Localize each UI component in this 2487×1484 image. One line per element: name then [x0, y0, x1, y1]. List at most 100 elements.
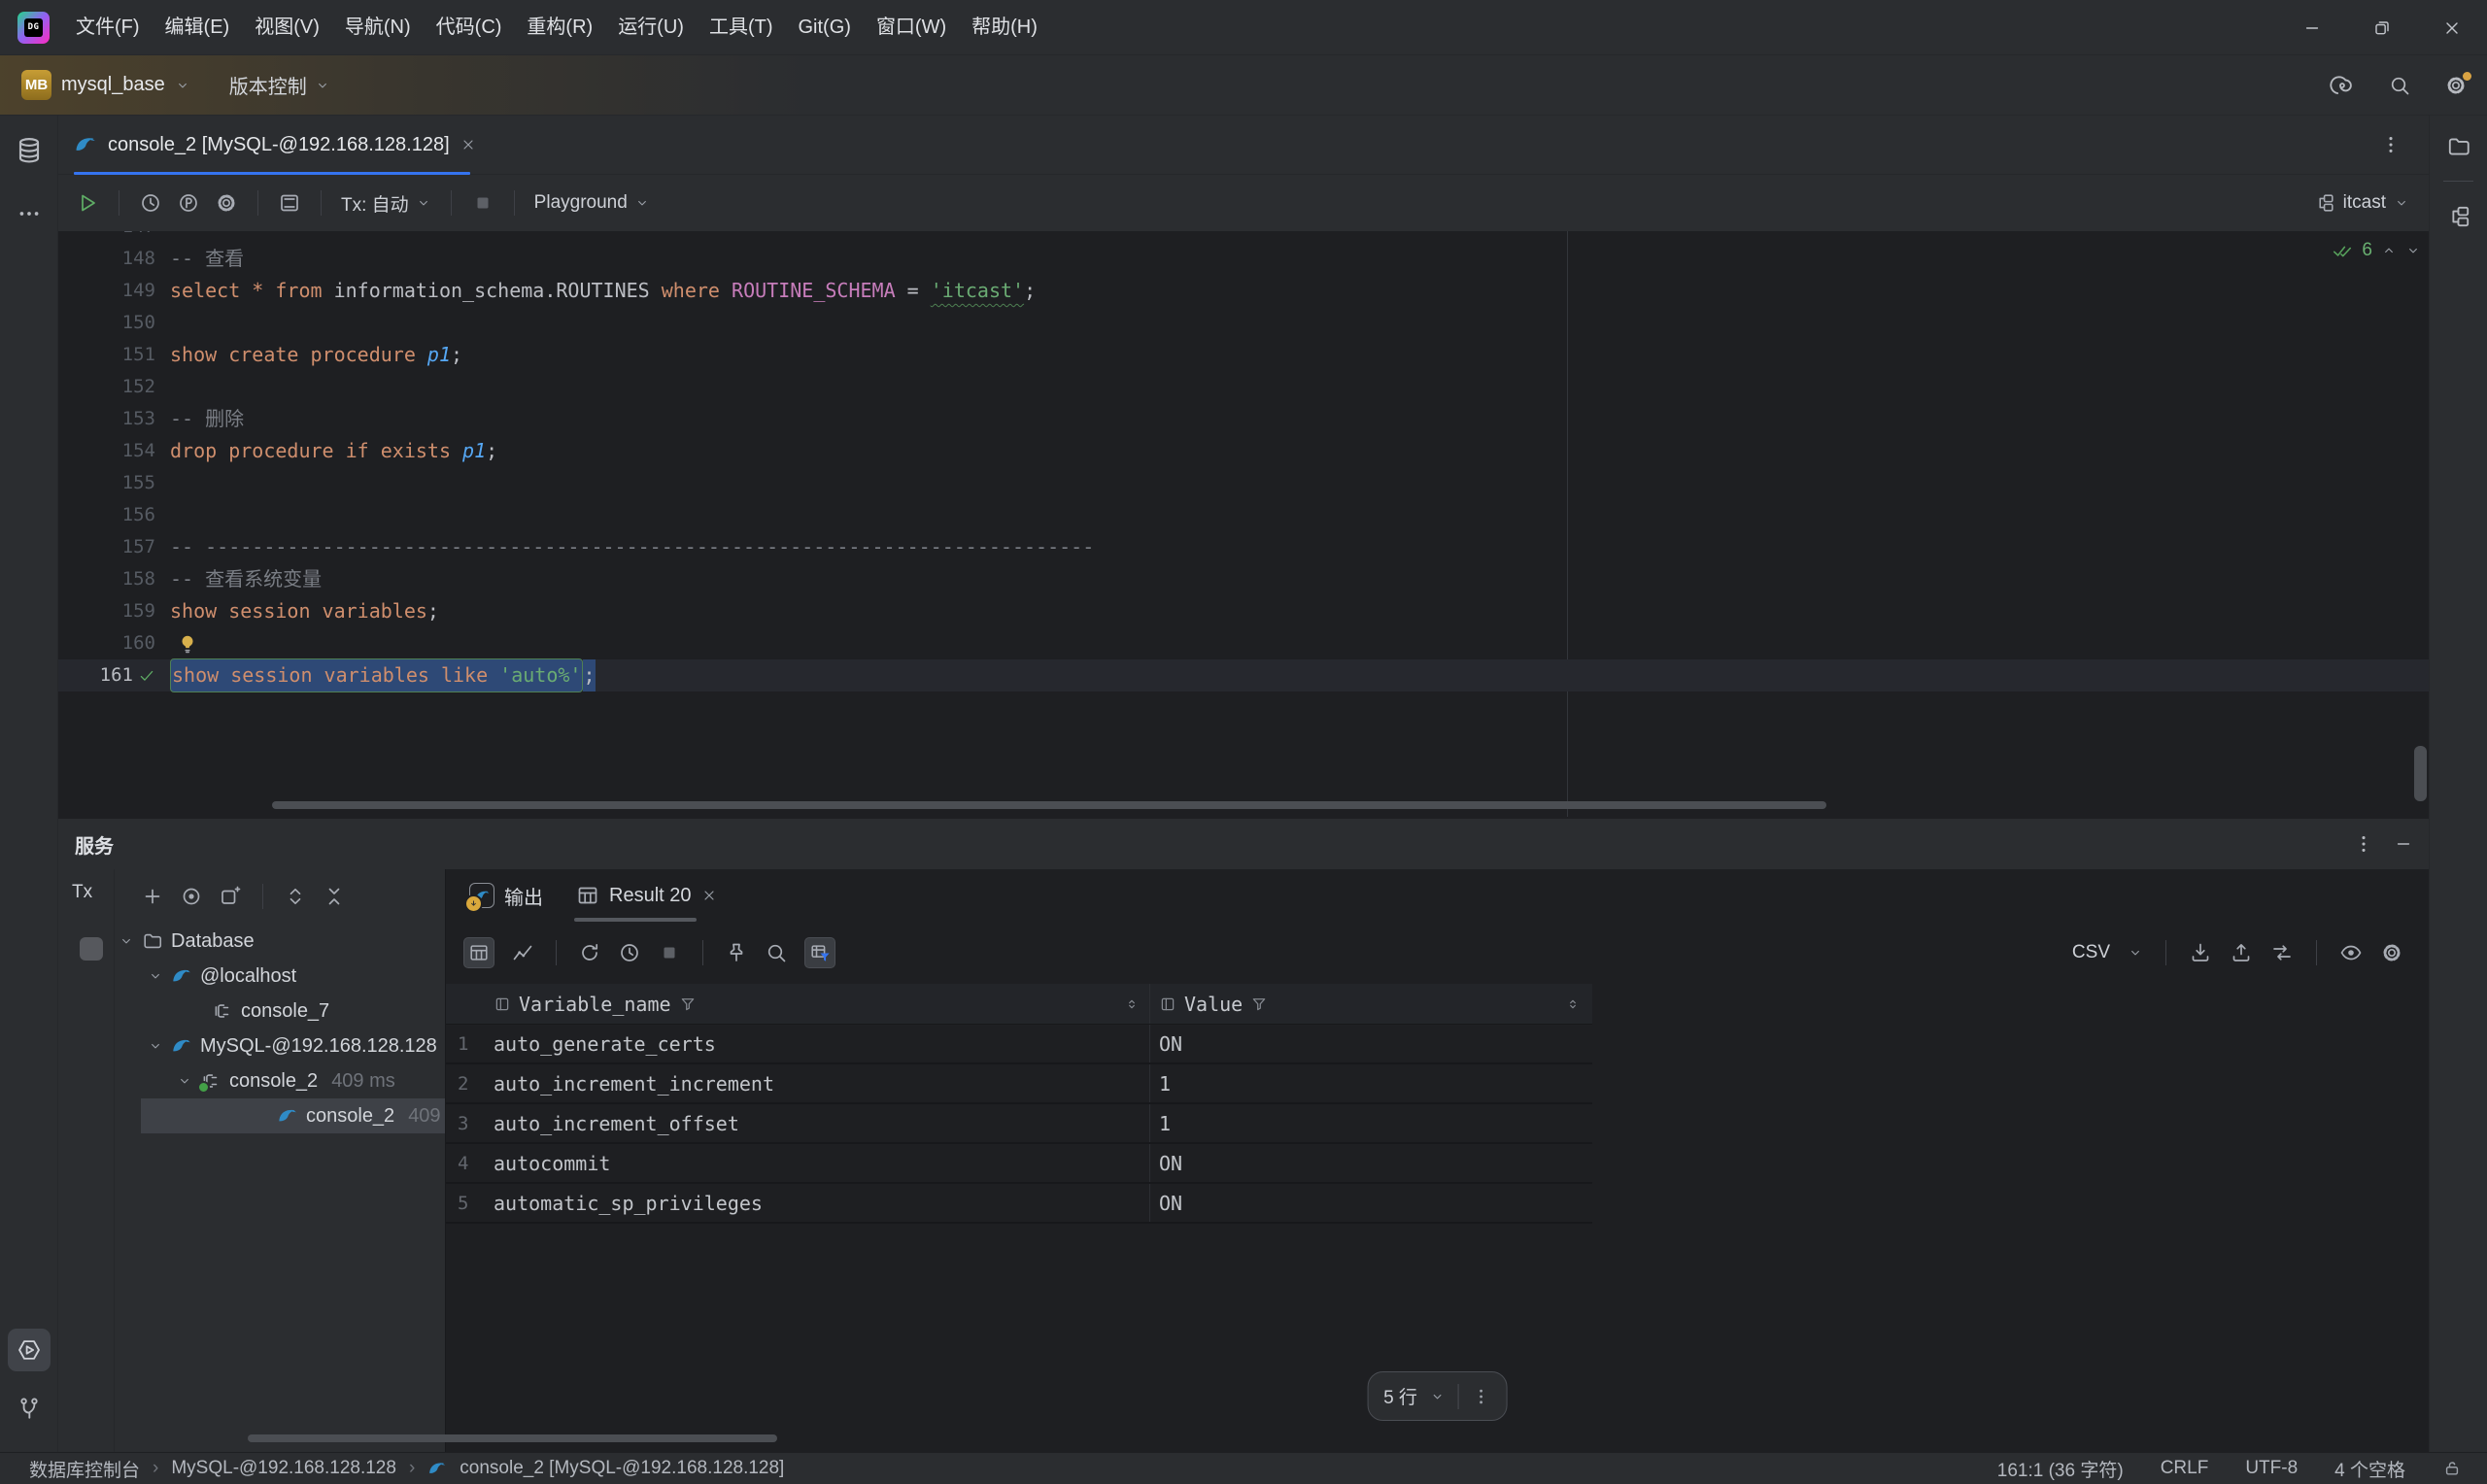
cell-value[interactable]: ON: [1149, 1025, 1590, 1062]
chevron-down-icon[interactable]: [177, 1073, 192, 1089]
inspections-widget[interactable]: 6: [2332, 240, 2421, 261]
table-row[interactable]: 1auto_generate_certsON: [446, 1025, 1592, 1064]
run-icon[interactable]: [76, 191, 99, 215]
breadcrumb-root[interactable]: 数据库控制台: [29, 1456, 140, 1482]
filter-rows-button[interactable]: [804, 937, 835, 968]
chevron-down-icon[interactable]: [148, 1038, 163, 1054]
database-toolwindow-icon[interactable]: [15, 136, 44, 165]
lightbulb-icon[interactable]: [177, 633, 198, 655]
project-widget[interactable]: MB mysql_base: [21, 70, 190, 100]
console-settings-icon[interactable]: [215, 191, 238, 215]
tab-output[interactable]: 输出: [469, 882, 543, 910]
collapse-all-icon[interactable]: [323, 885, 346, 908]
chevron-down-icon[interactable]: [148, 968, 163, 984]
settings-gear-icon[interactable]: [2444, 74, 2468, 97]
show-services-icon[interactable]: [180, 885, 203, 908]
tab-close-icon[interactable]: [701, 888, 717, 903]
column-header-value[interactable]: Value: [1149, 984, 1590, 1024]
table-row[interactable]: 4autocommitON: [446, 1144, 1592, 1184]
menu-item[interactable]: 编辑(E): [153, 0, 243, 54]
table-row[interactable]: 5automatic_sp_privilegesON: [446, 1184, 1592, 1224]
cell-variable-name[interactable]: autocommit: [485, 1144, 1149, 1182]
window-minimize-button[interactable]: [2277, 0, 2347, 55]
tab-close-icon[interactable]: [460, 137, 476, 152]
services-horizontal-scrollbar[interactable]: [248, 1434, 777, 1442]
export-download-icon[interactable]: [2189, 941, 2212, 964]
ai-assistant-icon[interactable]: [2330, 73, 2355, 98]
playground-selector[interactable]: Playground: [534, 192, 650, 214]
menu-item[interactable]: 工具(T): [697, 0, 786, 54]
chevron-down-icon[interactable]: [2128, 945, 2143, 961]
window-restore-button[interactable]: [2347, 0, 2417, 55]
cell-value[interactable]: 1: [1149, 1104, 1590, 1142]
table-row[interactable]: 3auto_increment_offset1: [446, 1104, 1592, 1144]
grid-settings-icon[interactable]: [2380, 941, 2403, 964]
table-row[interactable]: 2auto_increment_increment1: [446, 1064, 1592, 1104]
tree-item-Database[interactable]: Database: [58, 924, 445, 959]
column-header-variable-name[interactable]: Variable_name: [485, 984, 1149, 1024]
menu-item[interactable]: 代码(C): [424, 0, 515, 54]
export-format-label[interactable]: CSV: [2072, 942, 2110, 963]
add-icon[interactable]: [141, 885, 164, 908]
execution-pl-icon[interactable]: [177, 191, 200, 215]
menu-item[interactable]: 导航(N): [332, 0, 424, 54]
cell-variable-name[interactable]: auto_generate_certs: [485, 1025, 1149, 1062]
view-options-icon[interactable]: [2339, 941, 2363, 964]
tab-options-icon[interactable]: [2380, 134, 2402, 155]
expand-all-icon[interactable]: [284, 885, 307, 908]
tree-item-console_2[interactable]: console_2409 ms: [58, 1098, 445, 1133]
sql-editor[interactable]: 147148-- 查看149select * from information_…: [58, 231, 2429, 817]
caret-position[interactable]: 161:1 (36 字符): [1997, 1456, 2124, 1482]
chevron-down-icon[interactable]: [2405, 243, 2421, 258]
file-encoding[interactable]: UTF-8: [2245, 1458, 2298, 1479]
menu-item[interactable]: 重构(R): [514, 0, 605, 54]
menu-item[interactable]: 文件(F): [63, 0, 153, 54]
menu-item[interactable]: 视图(V): [242, 0, 332, 54]
menu-item[interactable]: 窗口(W): [864, 0, 959, 54]
cell-variable-name[interactable]: automatic_sp_privileges: [485, 1184, 1149, 1222]
breadcrumb-console[interactable]: console_2 [MySQL-@192.168.128.128]: [460, 1458, 784, 1479]
lock-icon[interactable]: [2442, 1459, 2462, 1478]
schema-selector[interactable]: itcast: [2314, 192, 2409, 214]
pin-tab-icon[interactable]: [725, 941, 748, 964]
import-upload-icon[interactable]: [2230, 941, 2253, 964]
more-options-icon[interactable]: [1472, 1387, 1491, 1406]
tx-mode-selector[interactable]: Tx: 自动: [341, 190, 431, 217]
cell-value[interactable]: 1: [1149, 1064, 1590, 1102]
editor-horizontal-scrollbar[interactable]: [272, 801, 1826, 809]
cell-value[interactable]: ON: [1149, 1184, 1590, 1222]
chevron-up-icon[interactable]: [2381, 243, 2397, 258]
compare-icon[interactable]: [2270, 941, 2294, 964]
menu-item[interactable]: Git(G): [786, 0, 864, 54]
tree-item-MySQL-@192.168.128.128[interactable]: MySQL-@192.168.128.128: [58, 1029, 445, 1063]
cell-value[interactable]: ON: [1149, 1144, 1590, 1182]
tree-item-console_7[interactable]: console_7: [58, 994, 445, 1029]
tab-result-20[interactable]: Result 20: [576, 884, 717, 907]
window-close-button[interactable]: [2417, 0, 2487, 55]
database-explorer-icon[interactable]: [2446, 204, 2471, 229]
sort-icon[interactable]: [1565, 996, 1581, 1012]
vcs-widget[interactable]: 版本控制: [229, 71, 330, 99]
cell-variable-name[interactable]: auto_increment_offset: [485, 1104, 1149, 1142]
files-toolwindow-icon[interactable]: [2446, 134, 2471, 159]
tree-item-console_2[interactable]: console_2409 ms: [58, 1063, 445, 1098]
tree-item-@localhost[interactable]: @localhost: [58, 959, 445, 994]
in-editor-results-icon[interactable]: [278, 191, 301, 215]
panel-minimize-icon[interactable]: [2394, 834, 2413, 854]
cell-variable-name[interactable]: auto_increment_increment: [485, 1064, 1149, 1102]
query-history-icon[interactable]: [618, 941, 641, 964]
search-icon[interactable]: [2388, 74, 2411, 97]
page-size-widget[interactable]: 5 行: [1367, 1371, 1508, 1421]
find-in-grid-icon[interactable]: [765, 941, 788, 964]
tx-filter-button[interactable]: Tx: [72, 882, 92, 903]
menu-item[interactable]: 运行(U): [605, 0, 697, 54]
view-as-table-button[interactable]: [463, 937, 494, 968]
sort-icon[interactable]: [1124, 996, 1140, 1012]
panel-options-icon[interactable]: [2353, 833, 2374, 855]
filter-icon[interactable]: [1250, 995, 1268, 1013]
menu-item[interactable]: 帮助(H): [959, 0, 1050, 54]
line-ending[interactable]: CRLF: [2161, 1458, 2209, 1479]
history-icon[interactable]: [139, 191, 162, 215]
indent-setting[interactable]: 4 个空格: [2334, 1456, 2405, 1482]
open-in-new-tab-icon[interactable]: [219, 885, 242, 908]
